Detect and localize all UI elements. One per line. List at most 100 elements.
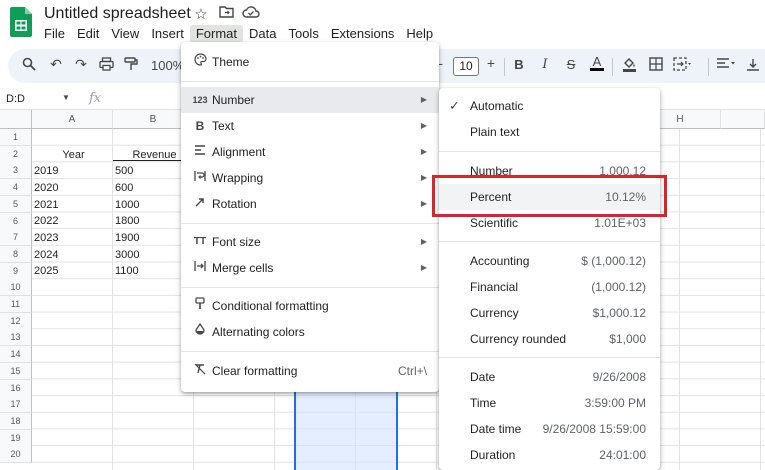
cell-a2[interactable]: Year — [32, 147, 113, 164]
row-header-20[interactable]: 20 — [0, 446, 32, 464]
format-menu-conditional-formatting[interactable]: Conditional formatting — [181, 293, 439, 319]
fill-color-icon[interactable] — [619, 56, 639, 75]
star-icon[interactable]: ☆ — [191, 5, 211, 23]
submenu-arrow-icon: ▶ — [420, 263, 427, 272]
number-format-automatic[interactable]: ✓ Automatic — [439, 93, 660, 119]
submenu-arrow-icon: ▶ — [420, 237, 427, 246]
document-title[interactable]: Untitled spreadsheet — [44, 5, 191, 23]
format-menu-alternating-colors[interactable]: Alternating colors — [181, 319, 439, 345]
format-menu-rotation[interactable]: Rotation ▶ — [181, 191, 439, 217]
submenu-arrow-icon: ▶ — [420, 121, 427, 130]
merge-cells-icon[interactable] — [672, 57, 692, 74]
number-format-accounting[interactable]: Accounting $ (1,000.12) — [439, 248, 660, 274]
number-format-financial[interactable]: Financial (1,000.12) — [439, 274, 660, 300]
row-header-6[interactable]: 6 — [0, 212, 32, 230]
number-format-time[interactable]: Time 3:59:00 PM — [439, 390, 660, 416]
menu-help[interactable]: Help — [400, 25, 439, 43]
cell-a3[interactable]: 2019 — [32, 163, 113, 180]
menu-data[interactable]: Data — [243, 25, 282, 43]
valign-icon[interactable] — [743, 57, 763, 74]
number-format-duration[interactable]: Duration 24:01:00 — [439, 442, 660, 468]
row-header-18[interactable]: 18 — [0, 412, 32, 430]
format-menu-theme[interactable]: Theme — [181, 49, 439, 75]
menu-insert[interactable]: Insert — [145, 25, 190, 43]
format-menu-text[interactable]: B Text ▶ — [181, 113, 439, 139]
row-header-2[interactable]: 2 — [0, 145, 32, 163]
align-icon[interactable] — [716, 57, 736, 74]
format-menu: Theme 123 Number ▶ B Text ▶ Alignment ▶ … — [181, 42, 439, 392]
format-menu-clear-formatting[interactable]: Clear formatting Ctrl+\ — [181, 358, 439, 384]
number-format-currency[interactable]: Currency $1,000.12 — [439, 300, 660, 326]
row-header-5[interactable]: 5 — [0, 195, 32, 213]
number-format-date[interactable]: Date 9/26/2008 — [439, 364, 660, 390]
column-header-a[interactable]: A — [32, 110, 113, 129]
number-format-currency-rounded[interactable]: Currency rounded $1,000 — [439, 326, 660, 352]
row-header-14[interactable]: 14 — [0, 346, 32, 364]
row-header-13[interactable]: 13 — [0, 329, 32, 347]
row-header-7[interactable]: 7 — [0, 229, 32, 247]
number-format-plain-text[interactable]: Plain text — [439, 119, 660, 145]
menu-format[interactable]: Format — [189, 25, 243, 43]
row-header-10[interactable]: 10 — [0, 279, 32, 297]
menu-tools[interactable]: Tools — [282, 25, 324, 43]
menu-separator — [439, 357, 660, 358]
undo-icon[interactable]: ↶ — [46, 56, 66, 73]
format-menu-number[interactable]: 123 Number ▶ — [181, 87, 439, 113]
row-header-12[interactable]: 12 — [0, 312, 32, 330]
format-menu-font-size[interactable]: TT Font size ▶ — [181, 229, 439, 255]
zoom-select[interactable]: 100% — [151, 58, 184, 73]
cloud-status-icon[interactable] — [241, 5, 261, 22]
format-menu-alignment[interactable]: Alignment ▶ — [181, 139, 439, 165]
cell-a8[interactable]: 2024 — [32, 247, 113, 264]
row-header-1[interactable]: 1 — [0, 129, 32, 146]
row-header-8[interactable]: 8 — [0, 245, 32, 263]
menu-file[interactable]: File — [38, 25, 71, 43]
row-header-3[interactable]: 3 — [0, 162, 32, 180]
number-format-date-time[interactable]: Date time 9/26/2008 15:59:00 — [439, 416, 660, 442]
cell-a4[interactable]: 2020 — [32, 180, 113, 197]
row-header-16[interactable]: 16 — [0, 379, 32, 397]
borders-icon[interactable] — [646, 57, 666, 74]
merge-cells-icon — [192, 255, 208, 281]
row-header-19[interactable]: 19 — [0, 429, 32, 447]
redo-icon[interactable]: ↷ — [71, 56, 91, 73]
row-header-11[interactable]: 11 — [0, 296, 32, 313]
cell-a5[interactable]: 2021 — [32, 197, 113, 214]
cell-a7[interactable]: 2023 — [32, 230, 113, 247]
text-color-icon[interactable]: A — [587, 54, 607, 71]
print-icon[interactable] — [96, 57, 116, 74]
font-size-input[interactable]: 10 — [453, 57, 479, 76]
row-header-15[interactable]: 15 — [0, 362, 32, 380]
select-all-corner[interactable] — [0, 110, 32, 129]
cell-a6[interactable]: 2022 — [32, 213, 113, 230]
row-header-4[interactable]: 4 — [0, 179, 32, 197]
menu-separator — [439, 241, 660, 242]
menu-edit[interactable]: Edit — [71, 25, 105, 43]
bold-icon[interactable]: B — [509, 57, 529, 72]
row-header-9[interactable]: 9 — [0, 262, 32, 280]
name-box-dropdown-icon[interactable]: ▼ — [62, 93, 70, 102]
sheets-logo-icon[interactable] — [10, 7, 32, 37]
menu-bar: File Edit View Insert Format Data Tools … — [38, 25, 439, 43]
shortcut-label: Ctrl+\ — [397, 364, 427, 378]
paint-format-icon[interactable] — [121, 57, 141, 74]
format-menu-wrapping[interactable]: Wrapping ▶ — [181, 165, 439, 191]
column-header-i[interactable] — [721, 110, 765, 129]
palette-icon — [192, 49, 208, 75]
row-header-17[interactable]: 17 — [0, 396, 32, 414]
menu-extensions[interactable]: Extensions — [325, 25, 401, 43]
format-menu-merge-cells[interactable]: Merge cells ▶ — [181, 255, 439, 281]
menu-view[interactable]: View — [105, 25, 145, 43]
name-box[interactable]: D:D — [6, 93, 25, 105]
alternating-colors-icon — [192, 319, 208, 345]
plus-icon[interactable]: + — [481, 55, 501, 71]
italic-icon[interactable]: I — [535, 57, 555, 72]
toolbar-divider — [612, 58, 613, 76]
cell-a9[interactable]: 2025 — [32, 263, 113, 280]
move-folder-icon[interactable] — [216, 5, 236, 22]
search-icon[interactable] — [19, 57, 39, 74]
strikethrough-icon[interactable]: S — [561, 57, 581, 72]
fx-icon: fx — [89, 91, 102, 106]
checkmark-icon: ✓ — [449, 98, 460, 113]
submenu-arrow-icon: ▶ — [420, 95, 427, 104]
